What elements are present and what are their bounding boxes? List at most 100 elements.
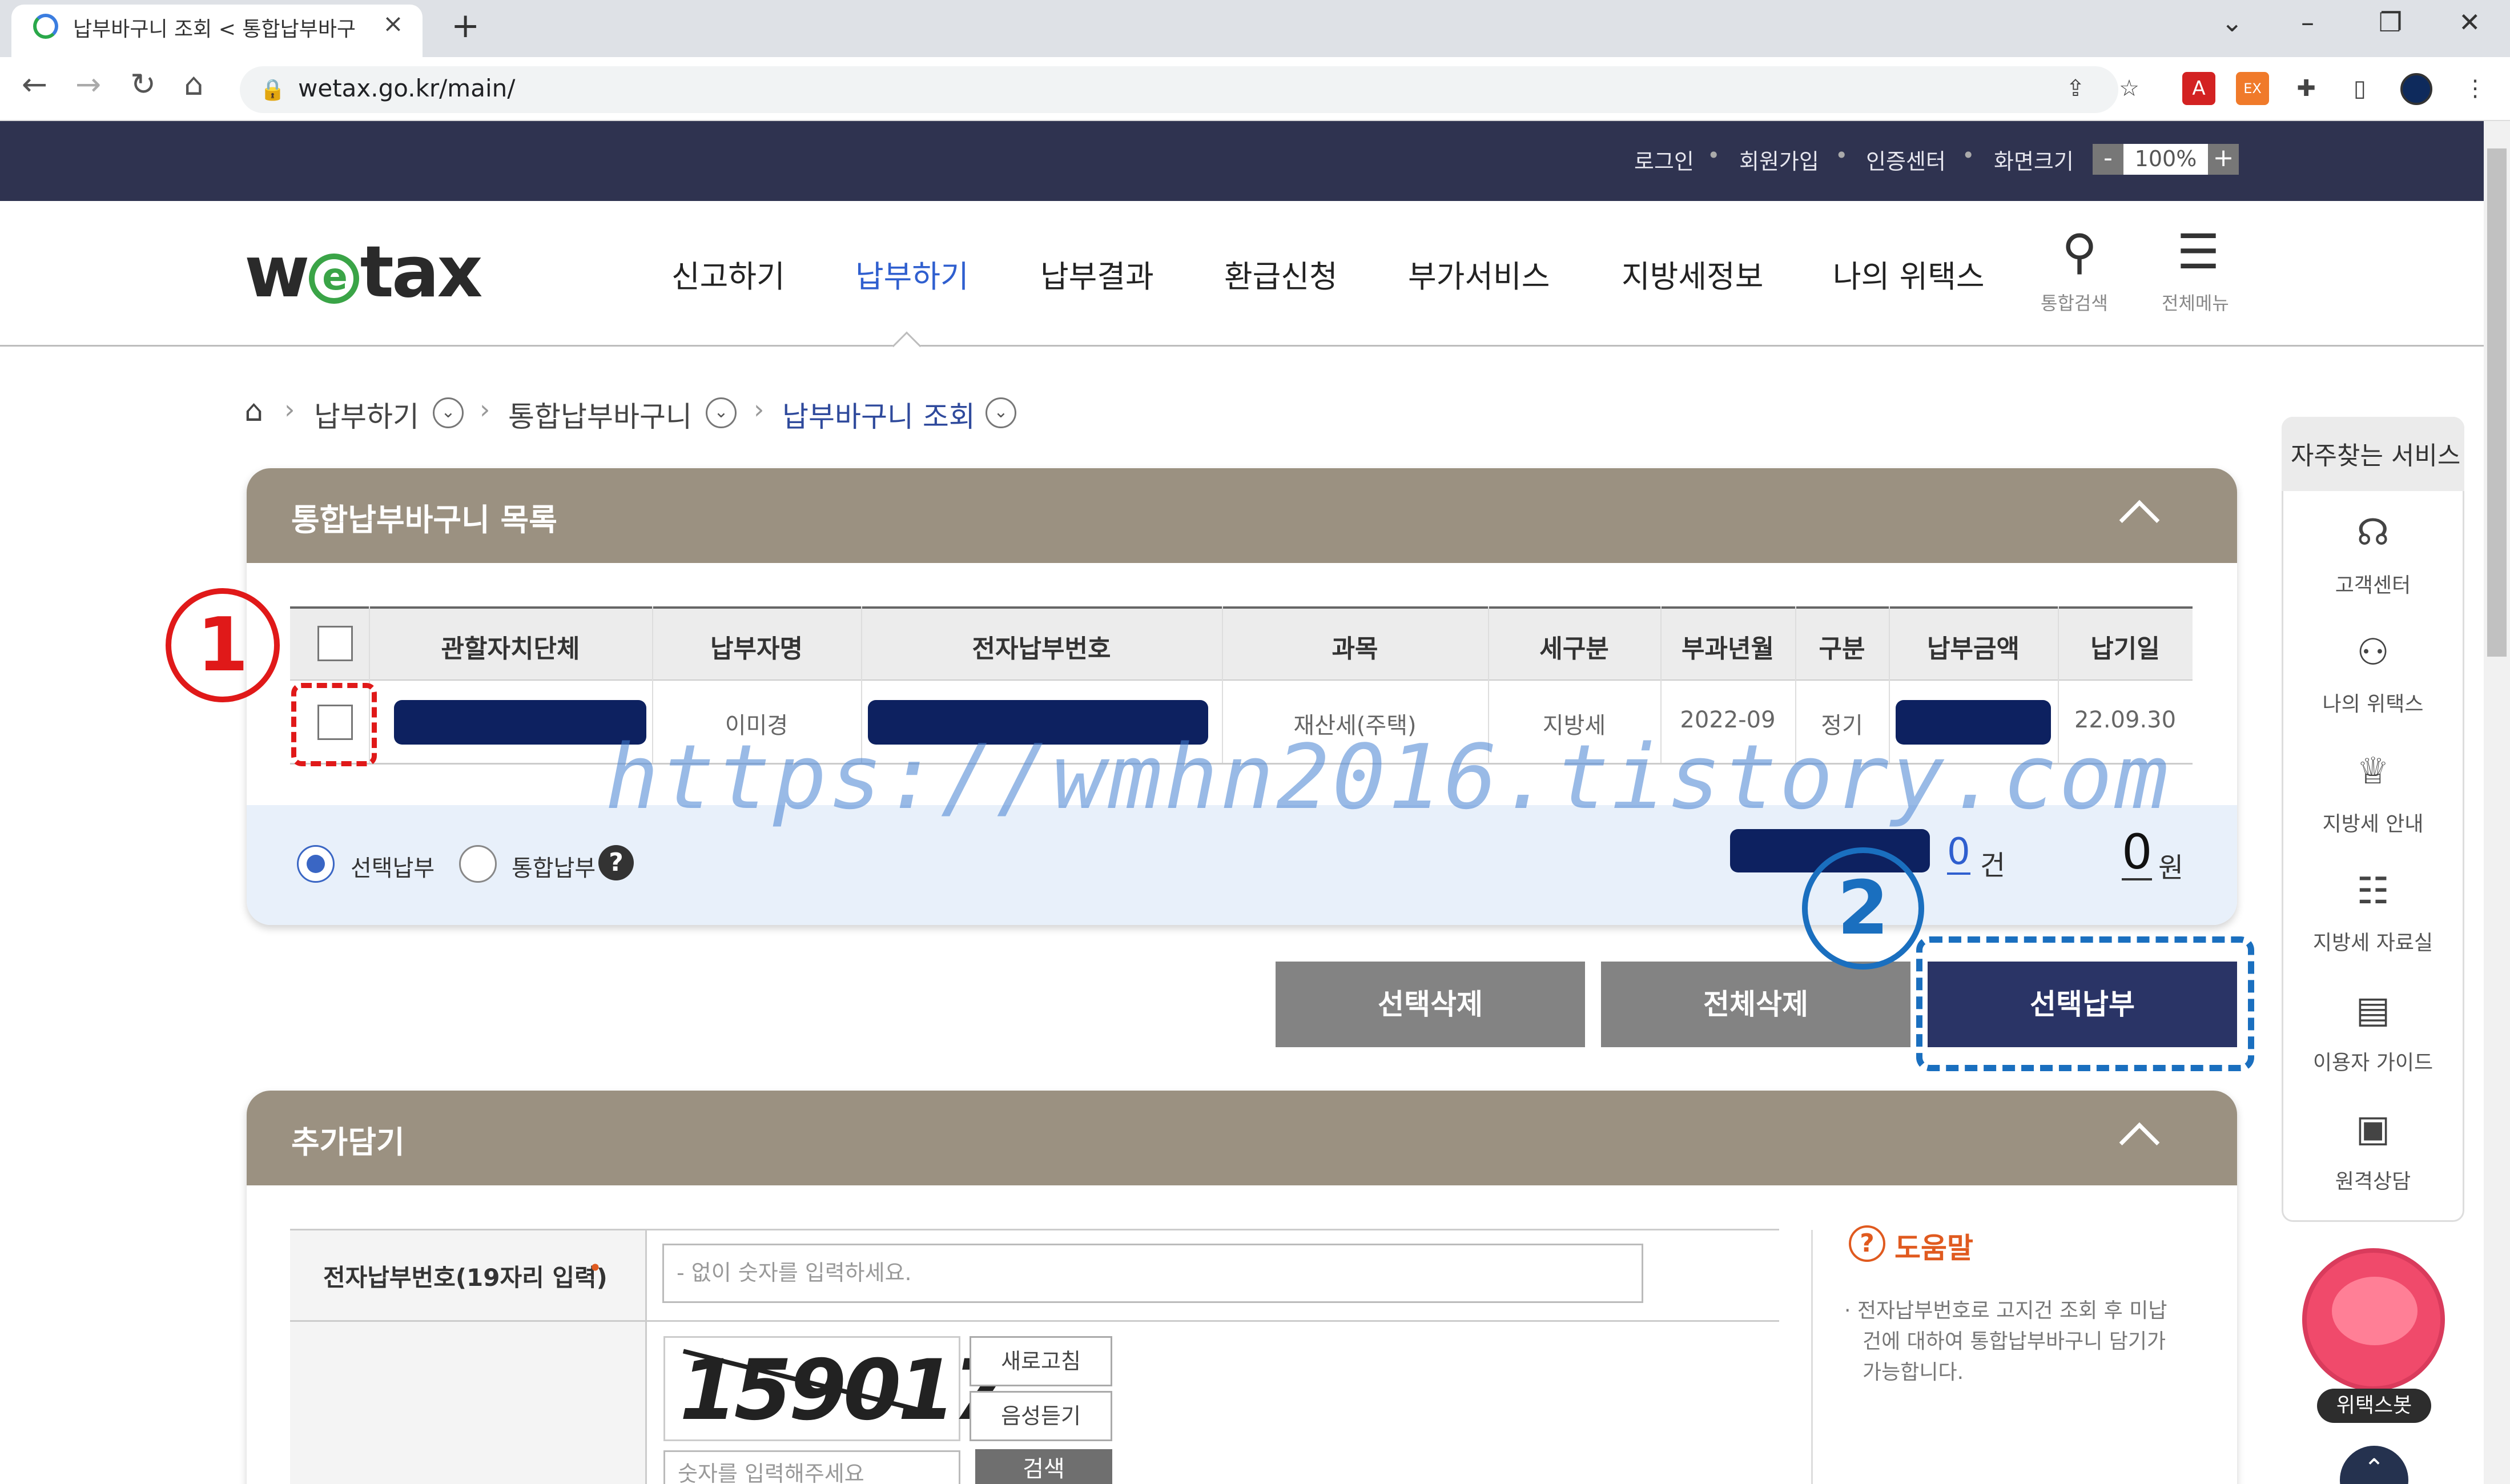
- captcha-search-button[interactable]: 검색: [975, 1449, 1112, 1484]
- col-header-kind: 구분: [1819, 634, 1865, 663]
- tab-title: 납부바구니 조회 < 통합납부바구: [73, 18, 356, 41]
- basket-panel-title: 통합납부바구니 목록: [291, 502, 557, 538]
- side-panel-icon[interactable]: ▯: [2343, 72, 2376, 105]
- zoom-value: 100%: [2134, 146, 2197, 171]
- select-pay-radio[interactable]: [297, 845, 335, 883]
- help-question-icon[interactable]: ?: [598, 845, 634, 880]
- help-divider: [1811, 1230, 1813, 1484]
- gnb-item-refund[interactable]: 환급신청: [1224, 251, 1338, 296]
- captcha-refresh-button[interactable]: 새로고침: [970, 1336, 1112, 1386]
- pdf-extension-icon[interactable]: A: [2182, 72, 2215, 105]
- chevron-down-icon[interactable]: ⌄: [706, 397, 737, 428]
- add-panel-header[interactable]: [247, 1091, 2237, 1185]
- cert-center-link[interactable]: 인증센터: [1866, 144, 1946, 175]
- delete-selected-button[interactable]: 선택삭제: [1276, 962, 1585, 1047]
- quick-item-customer[interactable]: 고객센터: [2282, 569, 2464, 598]
- minimize-icon[interactable]: –: [2301, 7, 2314, 38]
- gnb-item-my[interactable]: 나의 위택스: [1833, 251, 1985, 296]
- monitor-icon[interactable]: ▣: [2282, 1108, 2464, 1150]
- restore-icon[interactable]: ❐: [2379, 7, 2402, 38]
- help-text-line: 건에 대하여 통합납부바구니 담기가: [1863, 1330, 2166, 1353]
- selected-count: 0: [1947, 831, 1970, 875]
- form-divider: [645, 1229, 647, 1484]
- chevron-down-icon[interactable]: ⌄: [433, 397, 464, 428]
- epay-number-input[interactable]: - 없이 숫자를 입력하세요.: [662, 1244, 1643, 1303]
- captcha-input[interactable]: 숫자를 입력해주세요: [663, 1450, 960, 1484]
- search-label[interactable]: 통합검색: [2041, 289, 2108, 315]
- col-header-tax-type: 세구분: [1539, 634, 1609, 663]
- lock-icon[interactable]: 🔒: [260, 78, 285, 102]
- quick-item-my[interactable]: 나의 위택스: [2282, 687, 2464, 717]
- back-icon[interactable]: ←: [22, 66, 47, 102]
- window-close-icon[interactable]: ✕: [2459, 7, 2481, 38]
- quick-item-library[interactable]: 지방세 자료실: [2282, 926, 2464, 956]
- page: 납부바구니 조회 < 통합납부바구 × + ⌄ – ❐ ✕ ← → ↻ ⌂ 🔒 …: [0, 0, 2510, 1484]
- favicon-icon: [33, 14, 58, 39]
- select-all-checkbox[interactable]: [317, 626, 353, 661]
- profile-avatar[interactable]: [2400, 73, 2432, 105]
- chevron-down-icon[interactable]: ⌄: [986, 397, 1016, 428]
- headset-icon[interactable]: ☊: [2282, 512, 2464, 554]
- annotation-box-1: [291, 683, 377, 766]
- reload-icon[interactable]: ↻: [130, 66, 156, 102]
- scrollbar-thumb[interactable]: [2487, 148, 2507, 657]
- breadcrumb-arrow-icon: ›: [480, 394, 490, 425]
- breadcrumb-current: 납부바구니 조회: [782, 400, 975, 433]
- zoom-in-button[interactable]: +: [2208, 144, 2239, 175]
- selected-amount: 0: [2122, 824, 2153, 880]
- annotation-marker-2: 2: [1802, 847, 1924, 970]
- chatbot-face-icon: [2332, 1277, 2418, 1345]
- zoom-out-button[interactable]: -: [2093, 144, 2123, 175]
- signup-link[interactable]: 회원가입: [1739, 144, 1819, 175]
- gnb-item-pay[interactable]: 납부하기: [855, 251, 969, 296]
- chat-icon[interactable]: ▤: [2282, 989, 2464, 1031]
- url-text[interactable]: wetax.go.kr/main/: [298, 74, 515, 102]
- help-circle-icon: ?: [1849, 1225, 1885, 1262]
- menu-label[interactable]: 전체메뉴: [2162, 289, 2229, 315]
- tab-search-chevron-icon[interactable]: ⌄: [2221, 7, 2243, 38]
- chatbot-label[interactable]: 위택스봇: [2317, 1389, 2431, 1423]
- wetax-logo[interactable]: w e tax: [244, 231, 482, 313]
- address-bar[interactable]: [240, 66, 2118, 113]
- combined-pay-label[interactable]: 통합납부: [512, 850, 596, 883]
- browser-menu-icon[interactable]: ⋮: [2459, 72, 2492, 105]
- bookmark-star-icon[interactable]: ☆: [2113, 72, 2146, 105]
- tab-close-icon[interactable]: ×: [383, 9, 404, 38]
- quick-item-guide[interactable]: 지방세 안내: [2282, 807, 2464, 837]
- gnb-item-info[interactable]: 지방세정보: [1622, 251, 1763, 296]
- combined-pay-radio[interactable]: [459, 845, 497, 883]
- home-icon[interactable]: ⌂: [244, 394, 263, 428]
- share-icon[interactable]: ⇪: [2059, 72, 2092, 105]
- login-link[interactable]: 로그인: [1634, 144, 1694, 175]
- menu-icon[interactable]: ☰: [2171, 224, 2226, 280]
- forward-icon[interactable]: →: [75, 66, 101, 102]
- form-divider: [290, 1320, 1779, 1322]
- ex-extension-icon[interactable]: EX: [2236, 72, 2269, 105]
- breadcrumb-pay[interactable]: 납부하기: [314, 394, 419, 435]
- col-header-payer: 납부자명: [710, 634, 803, 663]
- quick-item-user-guide[interactable]: 이용자 가이드: [2282, 1046, 2464, 1076]
- search-icon[interactable]: ⚲: [2052, 224, 2107, 280]
- quick-item-remote[interactable]: 원격상담: [2282, 1165, 2464, 1195]
- breadcrumb-arrow-icon: ›: [754, 394, 765, 425]
- form-label-cell: [290, 1321, 646, 1484]
- delete-all-button[interactable]: 전체삭제: [1601, 962, 1910, 1047]
- extensions-puzzle-icon[interactable]: ✚: [2290, 72, 2323, 105]
- gnb-item-extra[interactable]: 부가서비스: [1408, 251, 1550, 296]
- tax-guide-icon[interactable]: ♕: [2282, 750, 2464, 793]
- select-pay-label[interactable]: 선택납부: [351, 850, 435, 883]
- home-icon[interactable]: ⌂: [184, 66, 203, 102]
- separator-dot: •: [1835, 143, 1848, 168]
- user-icon[interactable]: ⚇: [2282, 632, 2464, 674]
- active-indicator: [892, 331, 922, 361]
- breadcrumb-basket[interactable]: 통합납부바구니: [508, 394, 692, 435]
- gnb-item-result[interactable]: 납부결과: [1040, 251, 1154, 296]
- captcha-audio-button[interactable]: 음성듣기: [970, 1391, 1112, 1441]
- list-icon[interactable]: ☷: [2282, 870, 2464, 912]
- col-header-amount: 납부금액: [1927, 634, 2020, 663]
- gnb-item-report[interactable]: 신고하기: [671, 251, 785, 296]
- required-mark: •: [588, 1254, 602, 1282]
- new-tab-button[interactable]: +: [451, 6, 480, 46]
- col-header-period: 부과년월: [1682, 634, 1774, 663]
- scroll-top-icon[interactable]: ⌃: [2340, 1446, 2408, 1484]
